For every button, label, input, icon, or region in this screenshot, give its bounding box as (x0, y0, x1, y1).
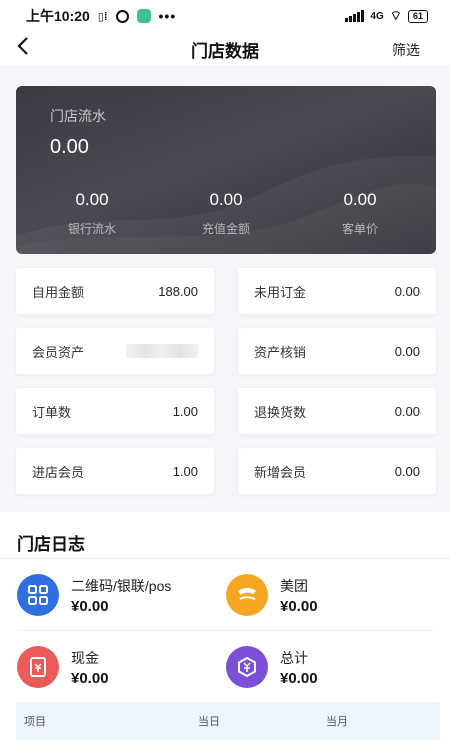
store-revenue-label: 门店流水 (50, 108, 106, 124)
column-header-today: 当日 (198, 716, 220, 728)
payment-meituan[interactable]: 美团 ¥0.00 (226, 574, 426, 624)
stat-value: 1.00 (172, 403, 198, 419)
metric-value: 0.00 (75, 190, 109, 209)
network-type: 4G (370, 10, 384, 22)
payment-label: 二维码/银联/pos (71, 578, 172, 594)
payment-cash[interactable]: 现金 ¥0.00 (17, 646, 217, 696)
stat-label: 退换货数 (254, 404, 307, 420)
avg-order-value-metric: 0.00 客单价 (290, 190, 430, 237)
store-revenue-value: 0.00 (50, 136, 89, 158)
stat-card-member-assets[interactable]: 会员资产 (16, 328, 214, 374)
bank-revenue-metric: 0.00 银行流水 (22, 190, 162, 237)
section-title: 门店日志 (17, 535, 85, 554)
column-header-month: 当月 (326, 716, 348, 728)
alarm-icon (115, 9, 129, 23)
stat-label: 订单数 (32, 404, 72, 420)
page-title: 门店数据 (191, 41, 259, 61)
qrcode-icon (17, 574, 59, 616)
battery-icon: 61 (407, 9, 428, 23)
payment-value: ¥0.00 (71, 598, 109, 615)
vibrate-icon: ▯⁞ (97, 10, 108, 23)
stat-card-returns[interactable]: 退换货数 0.00 (238, 388, 436, 434)
stat-value: 188.00 (158, 283, 198, 299)
stat-label: 会员资产 (32, 344, 85, 360)
log-table-header: 项目 当日 当月 (16, 702, 440, 740)
more-notifications-icon: ••• (158, 8, 177, 24)
payment-label: 美团 (280, 578, 308, 594)
wifi-icon: ⌔ (389, 8, 402, 23)
metric-label: 银行流水 (67, 222, 116, 236)
status-time: 上午10:20 (26, 8, 90, 24)
meituan-icon (226, 574, 268, 616)
stat-label: 新增会员 (254, 464, 307, 480)
column-header-item: 项目 (24, 716, 46, 728)
stat-label: 自用金额 (32, 284, 85, 300)
stat-label: 进店会员 (32, 464, 85, 480)
recharge-amount-metric: 0.00 充值金额 (156, 190, 296, 237)
divider (17, 630, 433, 631)
store-revenue-card: 门店流水 0.00 0.00 银行流水 0.00 充值金额 0.00 客单价 (16, 86, 436, 254)
stat-card-visiting-members[interactable]: 进店会员 1.00 (16, 448, 214, 494)
payment-total[interactable]: 总计 ¥0.00 (226, 646, 426, 696)
stat-card-self-use[interactable]: 自用金额 188.00 (16, 268, 214, 314)
store-log-section: 门店日志 二维码/银联/pos ¥0.00 美团 ¥0.00 现金 ¥0.00 … (0, 512, 450, 750)
stat-card-new-members[interactable]: 新增会员 0.00 (238, 448, 436, 494)
back-arrow-icon[interactable] (16, 36, 40, 62)
payment-qrcode[interactable]: 二维码/银联/pos ¥0.00 (17, 574, 217, 624)
stat-card-asset-writeoff[interactable]: 资产核销 0.00 (238, 328, 436, 374)
metric-label: 充值金额 (201, 222, 250, 236)
payment-value: ¥0.00 (280, 670, 318, 687)
cash-icon (17, 646, 59, 688)
metric-label: 客单价 (341, 222, 378, 236)
total-icon (226, 646, 268, 688)
app-notification-icon (136, 9, 151, 23)
stat-value: 0.00 (394, 403, 420, 419)
stat-value: 1.00 (172, 463, 198, 479)
status-bar: 上午10:20 ▯⁞ ••• 4G ⌔ 61 (0, 0, 450, 32)
payment-value: ¥0.00 (280, 598, 318, 615)
stat-label: 资产核销 (254, 344, 307, 360)
filter-button[interactable]: 筛选 (392, 40, 420, 60)
divider (0, 558, 450, 559)
stat-label: 未用订金 (254, 284, 307, 300)
stat-value: 0.00 (394, 463, 420, 479)
blurred-value (126, 344, 198, 358)
nav-bar: 门店数据 筛选 (0, 32, 450, 66)
payment-label: 现金 (71, 650, 99, 666)
metric-value: 0.00 (343, 190, 377, 209)
metric-value: 0.00 (209, 190, 243, 209)
stat-card-order-count[interactable]: 订单数 1.00 (16, 388, 214, 434)
signal-icon (345, 10, 365, 22)
payment-label: 总计 (280, 650, 308, 666)
stat-value: 0.00 (394, 343, 420, 359)
stat-value: 0.00 (394, 283, 420, 299)
stat-card-unused-deposit[interactable]: 未用订金 0.00 (238, 268, 436, 314)
payment-value: ¥0.00 (71, 670, 109, 687)
